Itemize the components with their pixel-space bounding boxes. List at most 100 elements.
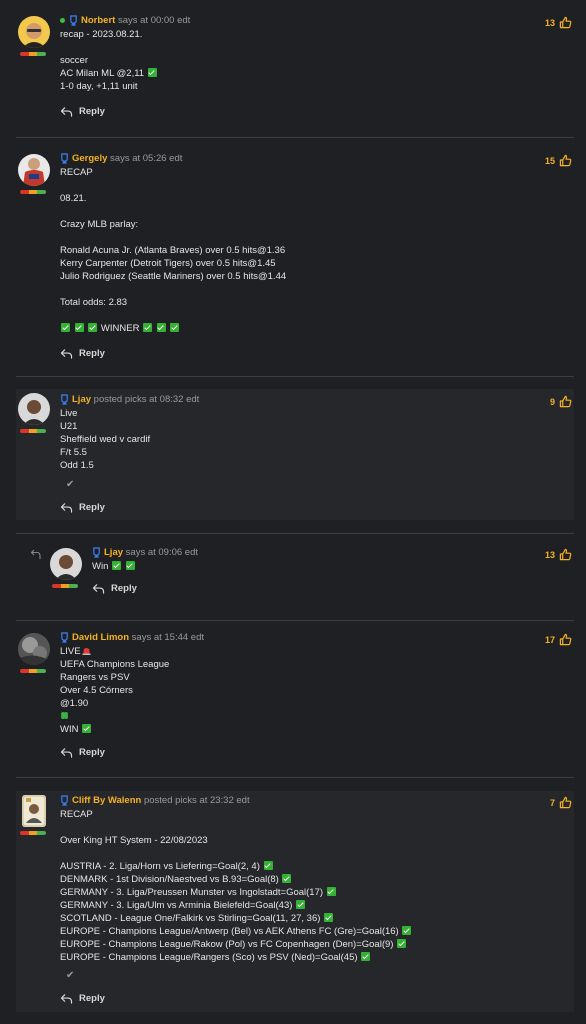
reply-label: Reply — [79, 105, 105, 117]
text-line: WINNER — [60, 322, 534, 335]
text-line: Ronald Acuna Jr. (Atlanta Braves) over 0… — [60, 245, 286, 256]
text-line: @1.90 — [60, 698, 89, 709]
reply-arrow-icon — [60, 348, 73, 359]
text-line: Win — [92, 560, 534, 573]
text-line: EUROPE - Champions League/Rangers (Sco) … — [60, 951, 534, 964]
comment-meta: Cliff By Walenn posted picks at 23:32 ed… — [60, 794, 534, 808]
check-icon — [170, 323, 180, 332]
reply-arrow-icon — [60, 106, 73, 117]
text-line — [60, 283, 534, 296]
rank-bar — [20, 429, 46, 433]
reply-button[interactable]: Reply — [92, 581, 137, 595]
text-line: RECAP — [60, 809, 93, 820]
like-button[interactable]: 13 — [545, 16, 572, 29]
avatar[interactable] — [18, 633, 50, 665]
reply-arrow-icon — [60, 993, 73, 1004]
text-line — [60, 821, 534, 834]
text-line: RECAP — [60, 167, 93, 178]
reply-button[interactable]: Reply — [60, 500, 105, 514]
text-line: AUSTRIA - 2. Liga/Horn vs Liefering=Goal… — [60, 860, 534, 873]
nested-reply-icon — [30, 549, 41, 559]
thumbs-up-icon — [559, 796, 572, 809]
text-line — [60, 179, 534, 192]
author-name[interactable]: Cliff By Walenn — [72, 795, 141, 806]
checkmark-icon: ✔ — [66, 479, 75, 490]
check-icon — [326, 887, 336, 896]
text-line — [60, 231, 534, 244]
comment-meta: Norbert says at 00:00 edt — [60, 14, 534, 28]
like-button[interactable]: 9 — [550, 395, 572, 408]
check-icon — [82, 724, 92, 733]
timestamp: posted picks at 23:32 edt — [143, 795, 250, 806]
checkmark-icon: ✔ — [66, 970, 75, 981]
comment-meta: Ljay posted picks at 08:32 edt — [60, 393, 534, 407]
like-button[interactable]: 17 — [545, 633, 572, 646]
check-icon — [88, 323, 98, 332]
comment-norbert: Norbert says at 00:00 edt recap - 2023.0… — [16, 14, 574, 126]
reply-label: Reply — [79, 347, 105, 359]
like-button[interactable]: 13 — [545, 548, 572, 561]
trophy-icon — [92, 547, 101, 558]
rank-bar — [20, 669, 46, 673]
author-name[interactable]: Ljay — [72, 394, 91, 405]
text-line: F/t 5.5 — [60, 447, 87, 458]
reply-button[interactable]: Reply — [60, 104, 105, 118]
comment-body: RECAP Over King HT System - 22/08/2023 A… — [60, 808, 534, 982]
timestamp: says at 15:44 edt — [131, 632, 205, 643]
reply-button[interactable]: Reply — [60, 346, 105, 360]
comment-david-limon: David Limon says at 15:44 edt LIVE UEFA … — [16, 631, 574, 766]
pick-status: ✔ — [60, 478, 534, 491]
text-line: AC Milan ML @2,11 — [60, 67, 534, 80]
avatar[interactable] — [18, 393, 50, 425]
pick-status: ✔ — [60, 969, 534, 982]
author-name[interactable]: Ljay — [104, 547, 123, 558]
reply-button[interactable]: Reply — [60, 991, 105, 1005]
check-icon — [263, 861, 273, 870]
comment-meta: Gergely says at 05:26 edt — [60, 152, 534, 166]
reply-label: Reply — [79, 501, 105, 513]
avatar[interactable] — [18, 154, 50, 186]
thumbs-up-icon — [559, 154, 572, 167]
text-line: Rangers vs PSV — [60, 672, 130, 683]
avatar[interactable] — [18, 16, 50, 48]
text-line: Crazy MLB parlay: — [60, 219, 139, 230]
author-name[interactable]: Gergely — [72, 153, 107, 164]
comment-meta: David Limon says at 15:44 edt — [60, 631, 534, 645]
trophy-icon — [69, 15, 78, 26]
timestamp: says at 05:26 edt — [110, 153, 183, 164]
timestamp: posted picks at 08:32 edt — [93, 394, 200, 405]
thumbs-up-icon — [559, 548, 572, 561]
check-icon — [402, 926, 412, 935]
comment-body: Win — [92, 560, 534, 573]
text-line — [60, 309, 534, 322]
avatar[interactable] — [50, 548, 82, 580]
text-line: LIVE — [60, 645, 534, 658]
text-line: Sheffield wed v cardif — [60, 434, 151, 445]
like-count: 17 — [544, 634, 555, 645]
text-line — [60, 710, 534, 723]
check-icon — [147, 68, 157, 77]
divider — [16, 533, 574, 534]
trophy-icon — [60, 632, 69, 643]
divider — [16, 620, 574, 621]
clover-icon — [60, 711, 69, 720]
text-line: EUROPE - Champions League/Antwerp (Bel) … — [60, 925, 534, 938]
text-line: 08.21. — [60, 193, 87, 204]
author-name[interactable]: Norbert — [81, 15, 115, 26]
timestamp: says at 00:00 edt — [117, 15, 191, 26]
avatar[interactable] — [22, 795, 46, 827]
text-line: Odd 1.5 — [60, 460, 94, 471]
reply-button[interactable]: Reply — [60, 745, 105, 759]
text-line: U21 — [60, 421, 78, 432]
text-line: UEFA Champions League — [60, 659, 170, 670]
rank-bar — [20, 52, 46, 56]
like-button[interactable]: 15 — [545, 154, 572, 167]
author-name[interactable]: David Limon — [72, 632, 129, 643]
comment-gergely: Gergely says at 05:26 edt RECAP 08.21. C… — [16, 152, 574, 364]
comment-body: LIVE UEFA Champions League Rangers vs PS… — [60, 645, 534, 736]
text-line: Over King HT System - 22/08/2023 — [60, 835, 208, 846]
like-count: 13 — [544, 549, 555, 560]
like-button[interactable]: 7 — [550, 796, 572, 809]
reply-arrow-icon — [60, 747, 73, 758]
text-line: Live — [60, 408, 78, 419]
